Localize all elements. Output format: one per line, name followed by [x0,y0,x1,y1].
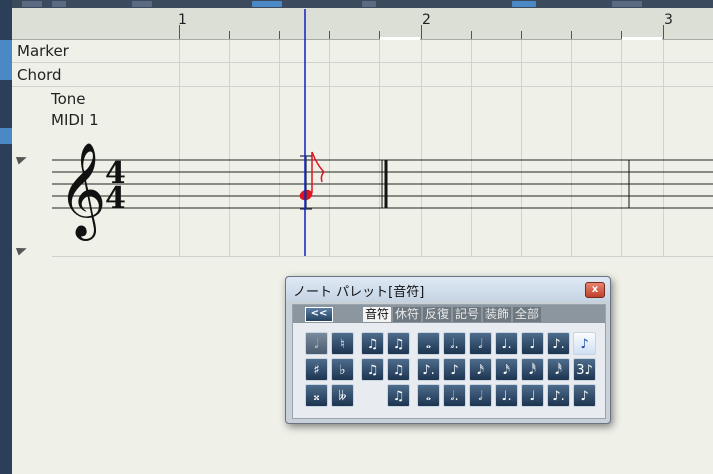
dotted-eighth-note-2-icon[interactable]: ♪. [417,358,440,381]
grace-note-5-icon[interactable]: ♫ [387,384,410,407]
thirty-second-note-icon[interactable]: 𝅘𝅥𝅰 [521,358,544,381]
double-flat-icon[interactable]: 𝄫 [331,384,354,407]
n-dotted-eighth-note-icon[interactable]: ♪. [547,384,570,407]
eighth-note-icon[interactable]: ♪ [573,332,596,355]
quarter-note-icon[interactable]: ♩ [521,332,544,355]
natural-icon[interactable]: ♮ [331,332,354,355]
palette-title-bar[interactable]: ノート パレット[音符] x [286,277,610,301]
dotted-quarter-note-icon[interactable]: ♩. [495,332,518,355]
dotted-half-note-icon[interactable]: 𝅗𝅥. [443,332,466,355]
time-signature-bottom: 4 [105,181,126,216]
tab-repeats[interactable]: 反復 [423,307,451,322]
palette-tab-bar: << 音符 休符 反復 記号 装飾 全部 [293,305,605,323]
sixteenth-note-icon[interactable]: 𝅘𝅥𝅯 [495,358,518,381]
double-sharp-icon[interactable]: 𝄪 [305,384,328,407]
n-dotted-half-note-icon[interactable]: 𝅗𝅥. [443,384,466,407]
palette-body: << 音符 休符 反復 記号 装飾 全部 𝅗𝅥 ♮ ♯ ♭ 𝄪 𝄫 ♫ ♫ ♫ … [292,304,606,419]
n-dotted-quarter-note-icon[interactable]: ♩. [495,384,518,407]
eighth-note-2-icon[interactable]: ♪ [443,358,466,381]
eighth-note[interactable] [298,151,326,202]
n-eighth-note-icon[interactable]: ♪ [573,384,596,407]
triplet-note-icon[interactable]: 3♪ [573,358,596,381]
tab-all[interactable]: 全部 [513,307,541,322]
n-half-note-icon[interactable]: 𝅗𝅥 [469,384,492,407]
whole-note-icon[interactable]: 𝅝 [417,332,440,355]
grace-note-3-icon[interactable]: ♫ [361,358,384,381]
note-palette-window: ノート パレット[音符] x << 音符 休符 反復 記号 装飾 全部 𝅗𝅥 ♮… [285,276,611,424]
note-selection-bracket [300,155,312,210]
palette-title: ノート パレット[音符] [293,285,425,300]
tab-rests[interactable]: 休符 [393,307,421,322]
half-note-icon[interactable]: 𝅗𝅥 [469,332,492,355]
n-quarter-note-icon[interactable]: ♩ [521,384,544,407]
grace-note-4-icon[interactable]: ♫ [387,358,410,381]
treble-clef-icon: 𝄞 [58,142,106,241]
grace-note-2-icon[interactable]: ♫ [387,332,410,355]
sixty-fourth-note-icon[interactable]: 𝅘𝅥𝅰 [547,358,570,381]
tie-icon[interactable]: 𝅗𝅥 [305,332,328,355]
flat-icon[interactable]: ♭ [331,358,354,381]
tab-ornaments[interactable]: 装飾 [483,307,511,322]
sharp-icon[interactable]: ♯ [305,358,328,381]
dotted-eighth-note-icon[interactable]: ♪. [547,332,570,355]
n-whole-note-icon[interactable]: 𝅝 [417,384,440,407]
dotted-sixteenth-note-icon[interactable]: 𝅘𝅥𝅯 [469,358,492,381]
collapse-button[interactable]: << [305,307,333,322]
grace-note-icon[interactable]: ♫ [361,332,384,355]
close-button[interactable]: x [585,282,605,298]
tab-notes[interactable]: 音符 [363,307,391,322]
tab-symbols[interactable]: 記号 [453,307,481,322]
